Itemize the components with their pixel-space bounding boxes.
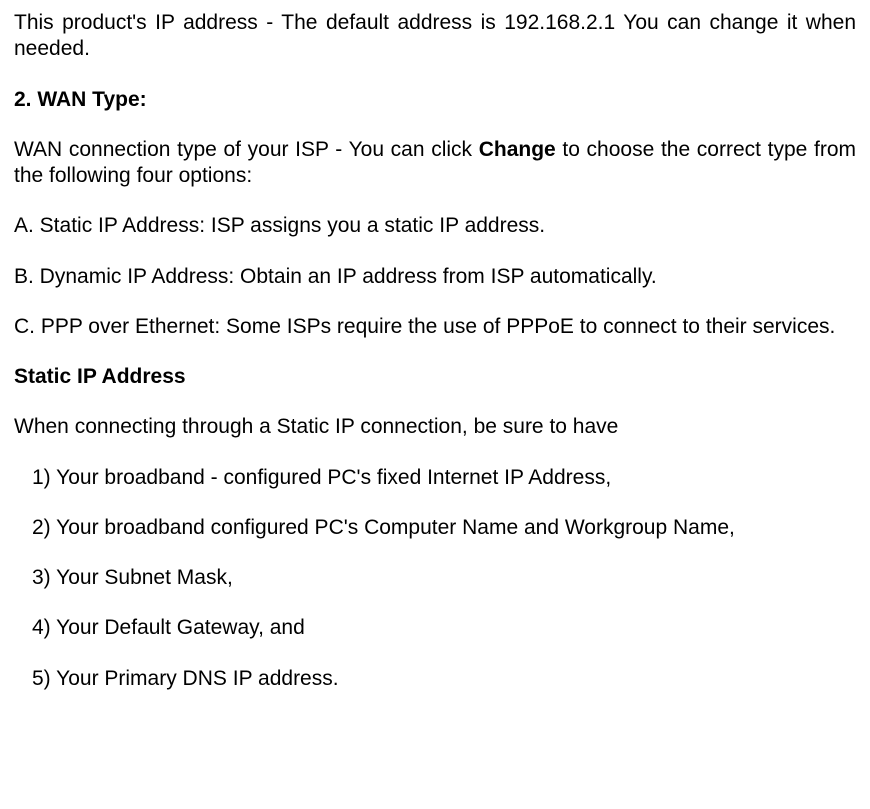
wan-lead-pre: WAN connection type of your ISP - You ca…	[14, 138, 479, 161]
static-ip-item-1: 1) Your broadband - configured PC's fixe…	[14, 465, 856, 491]
wan-option-c: C. PPP over Ethernet: Some ISPs require …	[14, 314, 856, 340]
wan-option-a: A. Static IP Address: ISP assigns you a …	[14, 213, 856, 239]
intro-paragraph: This product's IP address - The default …	[14, 10, 856, 63]
static-ip-item-3: 3) Your Subnet Mask,	[14, 565, 856, 591]
static-ip-heading: Static IP Address	[14, 364, 856, 390]
static-ip-lead: When connecting through a Static IP conn…	[14, 414, 856, 440]
static-ip-item-5: 5) Your Primary DNS IP address.	[14, 666, 856, 692]
section-2-heading: 2. WAN Type:	[14, 87, 856, 113]
wan-lead-bold: Change	[479, 138, 556, 161]
wan-type-lead: WAN connection type of your ISP - You ca…	[14, 137, 856, 190]
static-ip-item-2: 2) Your broadband configured PC's Comput…	[14, 515, 856, 541]
static-ip-item-4: 4) Your Default Gateway, and	[14, 615, 856, 641]
wan-option-b: B. Dynamic IP Address: Obtain an IP addr…	[14, 264, 856, 290]
